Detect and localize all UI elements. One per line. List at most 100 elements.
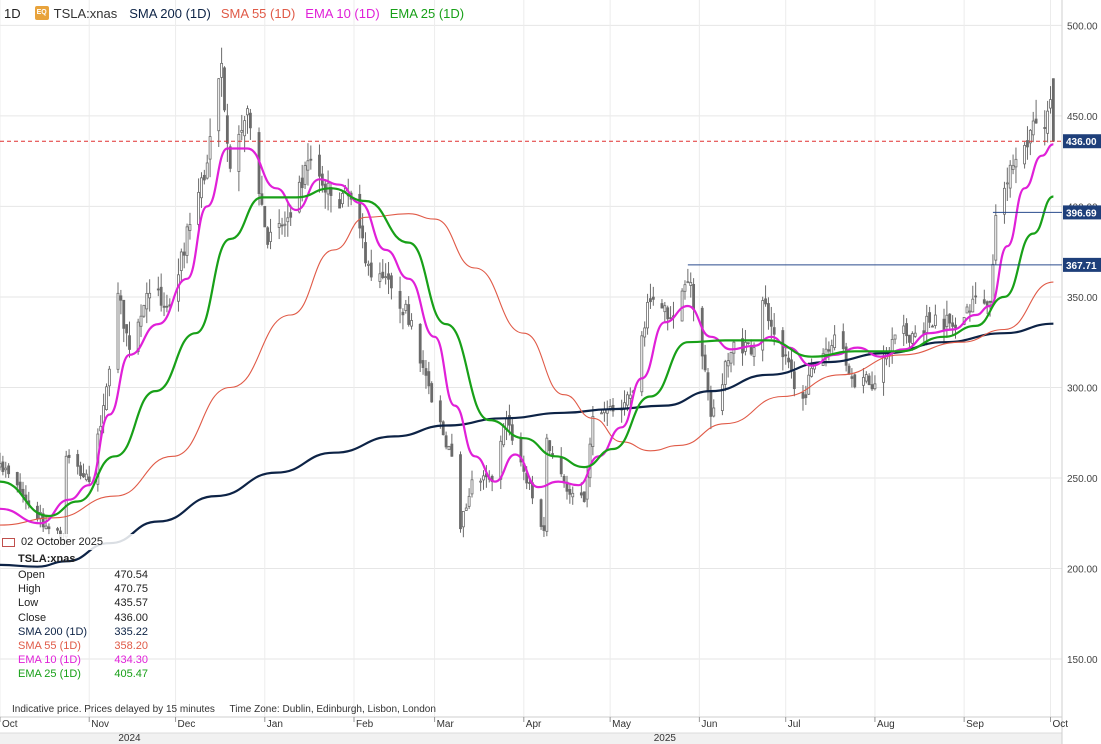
candle-body [608,406,612,409]
candle-body [1051,78,1055,142]
candle-body [277,223,281,228]
candle [482,470,485,490]
candle-body [902,325,906,334]
axis-backgrounds [0,0,1063,744]
candle-body [369,262,373,278]
candle-body [1014,158,1018,168]
candle [461,511,465,538]
candle [87,465,91,485]
candle [398,276,402,324]
candle-body [801,391,805,399]
candle-body [387,273,390,280]
price-chart[interactable]: 150.00200.00250.00300.00350.00400.00450.… [0,0,1101,744]
candle [1051,78,1055,143]
candle-body [1046,110,1050,134]
candle [260,175,264,206]
data-row-value: 405.47 [114,668,148,681]
candle-body [965,306,969,314]
footnote: Indicative price. Prices delayed by 15 m… [12,704,448,715]
candle-body [870,384,874,390]
candle-body [263,205,267,228]
candle [646,293,649,335]
candle [205,154,209,180]
candle [784,346,788,365]
data-row-value: 436.00 [114,611,148,624]
candle [159,273,163,312]
symbol-label[interactable]: TSLA:xnas [54,6,118,21]
chart-grid [0,0,1062,717]
data-row-label: EMA 25 (1D) [18,668,81,681]
x-tick-label: Dec [178,719,196,730]
candle-body [246,108,249,116]
candle-body [381,271,385,278]
candle-body [421,360,425,368]
candle-body [162,305,166,308]
candle-body [729,352,733,364]
candle [948,313,952,329]
data-row-ema25: EMA 25 (1D) 405.47 [18,667,148,681]
legend-ema10[interactable]: EMA 10 (1D) [305,6,379,21]
data-window-date: 02 October 2025 [21,536,103,548]
equity-badge-icon: EQ [34,6,49,20]
candle [864,371,868,384]
candle [709,385,713,430]
legend-ema25[interactable]: EMA 25 (1D) [390,6,464,21]
candle-body [159,286,163,306]
candle [568,484,572,504]
candle-body [542,525,546,531]
candle-body [407,304,411,325]
candle-body [318,154,321,177]
candle [220,47,224,97]
candle [1031,111,1035,143]
data-window-date-row: 02 October 2025 [0,534,148,550]
legend-sma55[interactable]: SMA 55 (1D) [221,6,295,21]
candle [787,351,790,369]
candle [306,143,310,186]
candle-body [1034,118,1038,124]
candle-body [847,365,851,375]
candle-body [479,480,483,483]
candle-body [749,346,753,355]
candle [467,488,471,510]
candle [499,435,503,490]
candle-body [931,325,934,328]
candle [602,401,606,422]
candle-body [692,284,696,310]
candle [145,282,149,324]
candle-body [384,276,388,279]
candle-body [680,290,684,322]
candle-body [205,162,209,179]
data-row-label: EMA 10 (1D) [18,654,81,667]
candle-body [202,174,206,181]
candle [358,184,362,239]
candle-body [683,284,687,292]
candle-swatch-icon [2,537,15,547]
candle [450,433,454,457]
candle-body [508,415,511,426]
last-price-tag: 436.00 [1066,137,1097,148]
candle-body [148,292,152,299]
candle [769,306,773,340]
candle [1003,181,1006,224]
candle [107,365,111,397]
timeframe-label[interactable]: 1D [4,6,21,21]
candle-body [243,120,247,137]
candle [243,115,247,153]
candle [931,324,934,328]
candle [266,226,270,249]
candle [125,324,129,347]
legend-sma200[interactable]: SMA 200 (1D) [129,6,211,21]
candle [225,103,229,162]
candle [942,308,946,345]
candle [1026,126,1029,160]
candle-body [283,223,287,226]
candle-body [306,160,310,171]
candle [341,190,344,208]
data-row-sma55: SMA 55 (1D) 358.20 [18,639,148,653]
candle [202,169,206,185]
candle [611,398,615,417]
candle [965,303,969,314]
candle [490,474,494,492]
candle [188,212,192,240]
x-tick-label: Sep [966,719,984,730]
